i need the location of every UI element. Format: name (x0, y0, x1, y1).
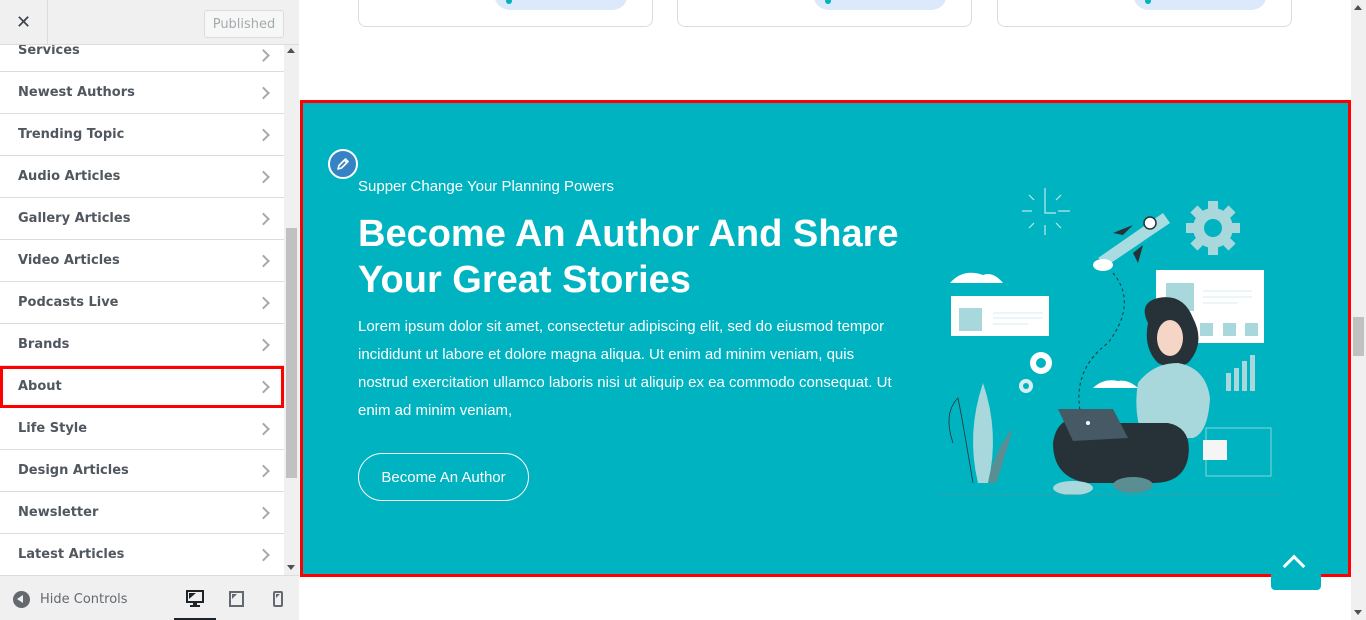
clock-icon (1022, 188, 1070, 235)
plant-leaf (973, 383, 993, 483)
chevron-right-icon (257, 170, 270, 183)
chevron-right-icon (257, 548, 270, 561)
section-item-label: Latest Articles (18, 547, 125, 562)
card-tag-pill[interactable] (494, 0, 628, 10)
close-customizer-button[interactable]: ✕ (0, 0, 48, 45)
preview-tablet-button[interactable] (215, 576, 257, 620)
chevron-right-icon (257, 254, 270, 267)
section-item-about[interactable]: About (0, 366, 284, 408)
cloud-shape (1093, 380, 1138, 388)
site-preview: Supper Change Your Planning Powers Becom… (300, 0, 1351, 620)
section-item-label: Gallery Articles (18, 211, 131, 226)
scroll-up-arrow-icon[interactable] (287, 48, 295, 53)
woman-figure (1053, 297, 1210, 495)
document-card (1203, 440, 1227, 460)
section-subtitle: Supper Change Your Planning Powers (358, 178, 615, 195)
section-list: Services Newest Authors Trending Topic A… (0, 45, 284, 575)
chevron-right-icon (257, 212, 270, 225)
chevron-right-icon (257, 128, 270, 141)
shoe (1053, 481, 1093, 495)
chevron-right-icon (257, 464, 270, 477)
article-card[interactable] (997, 0, 1292, 27)
mobile-icon (273, 590, 283, 607)
preview-desktop-button[interactable] (174, 576, 216, 620)
section-item-life-style[interactable]: Life Style (0, 408, 284, 450)
scroll-down-arrow-icon[interactable] (287, 565, 295, 570)
section-item-audio-articles[interactable]: Audio Articles (0, 156, 284, 198)
become-author-section: Supper Change Your Planning Powers Becom… (300, 100, 1351, 577)
section-body-text: Lorem ipsum dolor sit amet, consectetur … (358, 318, 892, 419)
section-item-trending-topic[interactable]: Trending Topic (0, 114, 284, 156)
section-item-newsletter[interactable]: Newsletter (0, 492, 284, 534)
dashed-path (1078, 272, 1125, 424)
section-item-label: Life Style (18, 421, 88, 436)
edit-section-shortcut[interactable] (328, 149, 358, 179)
section-item-label: Services (18, 45, 80, 58)
gear-icon (1019, 379, 1033, 393)
scroll-up-arrow-icon[interactable] (1354, 5, 1362, 10)
section-item-services[interactable]: Services (0, 45, 284, 72)
section-item-latest-articles[interactable]: Latest Articles (0, 534, 284, 575)
desktop-icon (186, 590, 204, 607)
chevron-right-icon (257, 296, 270, 309)
plant-outline (948, 397, 974, 484)
section-item-label: Newsletter (18, 505, 99, 520)
chevron-right-icon (257, 422, 270, 435)
customizer-sidebar: ✕ Published Services Newest Authors Tren… (0, 0, 299, 620)
preview-mobile-button[interactable] (257, 576, 299, 620)
rocket-icon (1093, 213, 1170, 271)
section-item-label: Trending Topic (18, 127, 125, 142)
gear-icon (1186, 201, 1240, 255)
section-item-label: Newest Authors (18, 85, 135, 100)
section-item-brands[interactable]: Brands (0, 324, 284, 366)
shoe (1113, 477, 1153, 493)
gear-icon (1030, 352, 1052, 374)
scroll-down-arrow-icon[interactable] (1354, 610, 1362, 615)
section-item-label: Audio Articles (18, 169, 121, 184)
article-card[interactable] (358, 0, 653, 27)
section-item-label: Video Articles (18, 253, 120, 268)
woman-with-laptop-illustration (938, 188, 1283, 496)
bar-chart-icon (1226, 355, 1255, 391)
publish-button[interactable]: Published (204, 10, 284, 38)
card-tag-pill[interactable] (1133, 0, 1267, 10)
section-headline: Become An Author And Share Your Great St… (358, 213, 899, 301)
sidebar-footer: Hide Controls (0, 575, 299, 620)
preview-scrollbar-thumb[interactable] (1353, 317, 1364, 356)
hide-controls-label: Hide Controls (40, 591, 128, 607)
chevron-right-icon (257, 506, 270, 519)
cloud-shape (950, 272, 1003, 283)
section-item-label: Brands (18, 337, 70, 352)
preview-scrollbar[interactable] (1351, 0, 1366, 620)
browser-window-left (951, 296, 1049, 336)
article-card[interactable] (677, 0, 972, 27)
chevron-right-icon (257, 86, 270, 99)
section-item-newest-authors[interactable]: Newest Authors (0, 72, 284, 114)
section-item-label: About (18, 379, 62, 394)
hide-controls-button[interactable]: Hide Controls (13, 588, 128, 610)
close-icon: ✕ (15, 12, 32, 33)
section-item-podcasts-live[interactable]: Podcasts Live (0, 282, 284, 324)
section-item-video-articles[interactable]: Video Articles (0, 240, 284, 282)
chevron-right-icon (257, 380, 270, 393)
collapse-arrow-icon (13, 590, 30, 608)
sidebar-scrollbar-thumb[interactable] (286, 228, 297, 478)
chevron-right-icon (257, 338, 270, 351)
become-author-button[interactable]: Become An Author (358, 453, 529, 501)
card-tag-pill[interactable] (813, 0, 947, 10)
section-item-gallery-articles[interactable]: Gallery Articles (0, 198, 284, 240)
chevron-right-icon (257, 49, 270, 62)
section-item-label: Design Articles (18, 463, 129, 478)
sidebar-header: ✕ Published (0, 0, 299, 45)
pencil-icon (337, 158, 349, 170)
section-item-label: Podcasts Live (18, 295, 119, 310)
section-item-design-articles[interactable]: Design Articles (0, 450, 284, 492)
tablet-icon (228, 590, 244, 607)
